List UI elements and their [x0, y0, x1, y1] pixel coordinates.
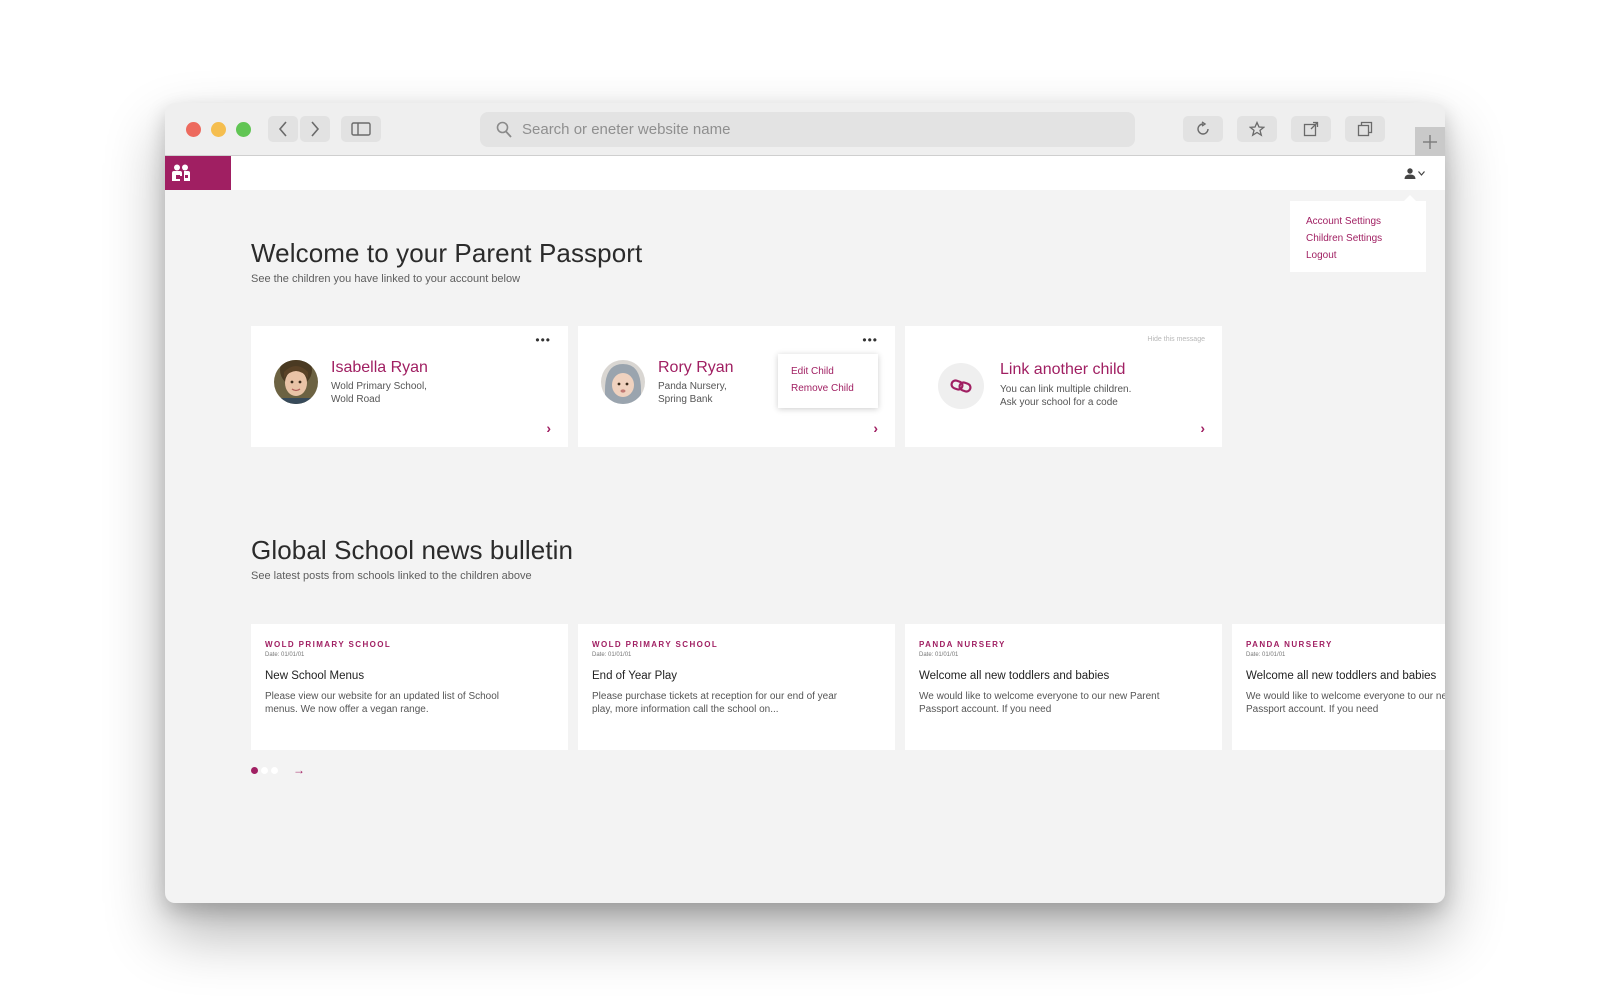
sidebar-toggle-button[interactable] — [341, 116, 381, 142]
pagination-dot[interactable] — [251, 766, 258, 774]
reload-button[interactable] — [1183, 116, 1223, 142]
tabs-icon — [1357, 121, 1373, 137]
news-date: Date: 01/01/01 — [919, 652, 959, 658]
news-school: PANDA NURSERY — [919, 640, 1006, 649]
address-bar[interactable] — [480, 112, 1135, 147]
child-school: Panda Nursery, Spring Bank — [658, 381, 727, 405]
edit-child-link[interactable]: Edit Child — [791, 363, 878, 380]
link-child-card[interactable]: Hide this message Link another child You… — [905, 326, 1222, 447]
minimize-window-button[interactable] — [211, 122, 226, 137]
news-body: Please view our website for an updated l… — [265, 691, 500, 715]
maximize-window-button[interactable] — [236, 122, 251, 137]
avatar — [601, 360, 645, 404]
logout-link[interactable]: Logout — [1306, 247, 1426, 264]
forward-icon — [311, 121, 320, 137]
arrow-right-icon[interactable]: → — [293, 763, 305, 777]
news-school: PANDA NURSERY — [1246, 640, 1333, 649]
child-card[interactable]: ••• Isabella Ryan Wold Primary School, W… — [251, 326, 568, 447]
child-name: Rory Ryan — [658, 359, 734, 376]
app-logo[interactable] — [165, 156, 231, 190]
chevron-right-icon[interactable]: › — [546, 420, 551, 436]
chevron-right-icon[interactable]: › — [1200, 420, 1205, 436]
dropdown-caret — [1404, 195, 1416, 201]
child-school: Wold Primary School, Wold Road — [331, 381, 427, 405]
chevron-down-icon — [1418, 170, 1425, 176]
back-button[interactable] — [268, 116, 298, 142]
carousel-pagination: → — [251, 763, 305, 777]
children-settings-link[interactable]: Children Settings — [1306, 230, 1426, 247]
news-card[interactable]: PANDA NURSERY Date: 01/01/01 Welcome all… — [905, 624, 1222, 750]
news-school: WOLD PRIMARY SCHOOL — [265, 640, 392, 649]
news-body: Please purchase tickets at reception for… — [592, 691, 838, 715]
history-nav — [268, 116, 330, 142]
share-button[interactable] — [1291, 116, 1331, 142]
welcome-subtitle: See the children you have linked to your… — [251, 273, 521, 285]
news-card[interactable]: PANDA NURSERY Date: 01/01/01 Welcome all… — [1232, 624, 1445, 750]
family-logo-icon — [172, 164, 190, 181]
welcome-title: Welcome to your Parent Passport — [251, 238, 643, 268]
hide-message-link[interactable]: Hide this message — [1147, 336, 1205, 343]
new-tab-button[interactable] — [1415, 127, 1445, 156]
bookmark-icon — [1249, 121, 1265, 137]
user-menu-button[interactable] — [1404, 165, 1425, 181]
child-name: Isabella Ryan — [331, 359, 428, 376]
news-date: Date: 01/01/01 — [592, 652, 632, 658]
forward-button[interactable] — [300, 116, 330, 142]
bulletin-title: Global School news bulletin — [251, 535, 574, 565]
account-dropdown-menu: Account Settings Children Settings Logou… — [1290, 195, 1426, 272]
share-icon — [1303, 121, 1319, 137]
url-input[interactable] — [522, 121, 1082, 138]
search-icon — [496, 121, 512, 138]
news-title: New School Menus — [265, 670, 365, 682]
browser-window: Account Settings Children Settings Logou… — [165, 103, 1445, 903]
bookmark-button[interactable] — [1237, 116, 1277, 142]
link-child-title: Link another child — [1000, 361, 1126, 378]
news-date: Date: 01/01/01 — [265, 652, 305, 658]
tabs-overview-button[interactable] — [1345, 116, 1385, 142]
chevron-right-icon[interactable]: › — [873, 420, 878, 436]
user-icon — [1404, 167, 1416, 179]
browser-toolbar — [165, 103, 1445, 156]
account-settings-link[interactable]: Account Settings — [1306, 213, 1426, 230]
bulletin-subtitle: See latest posts from schools linked to … — [251, 570, 532, 582]
more-options-icon[interactable]: ••• — [535, 334, 551, 346]
more-options-icon[interactable]: ••• — [862, 334, 878, 346]
news-school: WOLD PRIMARY SCHOOL — [592, 640, 719, 649]
news-title: Welcome all new toddlers and babies — [919, 670, 1110, 682]
plus-icon — [1423, 134, 1437, 149]
news-body: We would like to welcome everyone to our… — [1246, 691, 1445, 715]
child-options-menu: Edit Child Remove Child — [778, 354, 878, 408]
child-card[interactable]: ••• Rory Ryan Panda Nursery, Spring Bank… — [578, 326, 895, 447]
reload-icon — [1197, 121, 1209, 135]
pagination-dot[interactable] — [261, 766, 268, 774]
link-icon — [938, 363, 984, 409]
news-title: Welcome all new toddlers and babies — [1246, 670, 1437, 682]
close-window-button[interactable] — [186, 122, 201, 137]
remove-child-link[interactable]: Remove Child — [791, 380, 878, 397]
news-card[interactable]: WOLD PRIMARY SCHOOL Date: 01/01/01 New S… — [251, 624, 568, 750]
news-card[interactable]: WOLD PRIMARY SCHOOL Date: 01/01/01 End o… — [578, 624, 895, 750]
avatar — [274, 360, 318, 404]
sidebar-icon — [351, 122, 371, 136]
news-title: End of Year Play — [592, 670, 678, 682]
pagination-dot[interactable] — [271, 766, 278, 774]
app-header — [165, 156, 1445, 190]
news-date: Date: 01/01/01 — [1246, 652, 1286, 658]
link-child-description: You can link multiple children. Ask your… — [1000, 384, 1132, 408]
back-icon — [278, 121, 287, 137]
news-body: We would like to welcome everyone to our… — [919, 691, 1160, 715]
